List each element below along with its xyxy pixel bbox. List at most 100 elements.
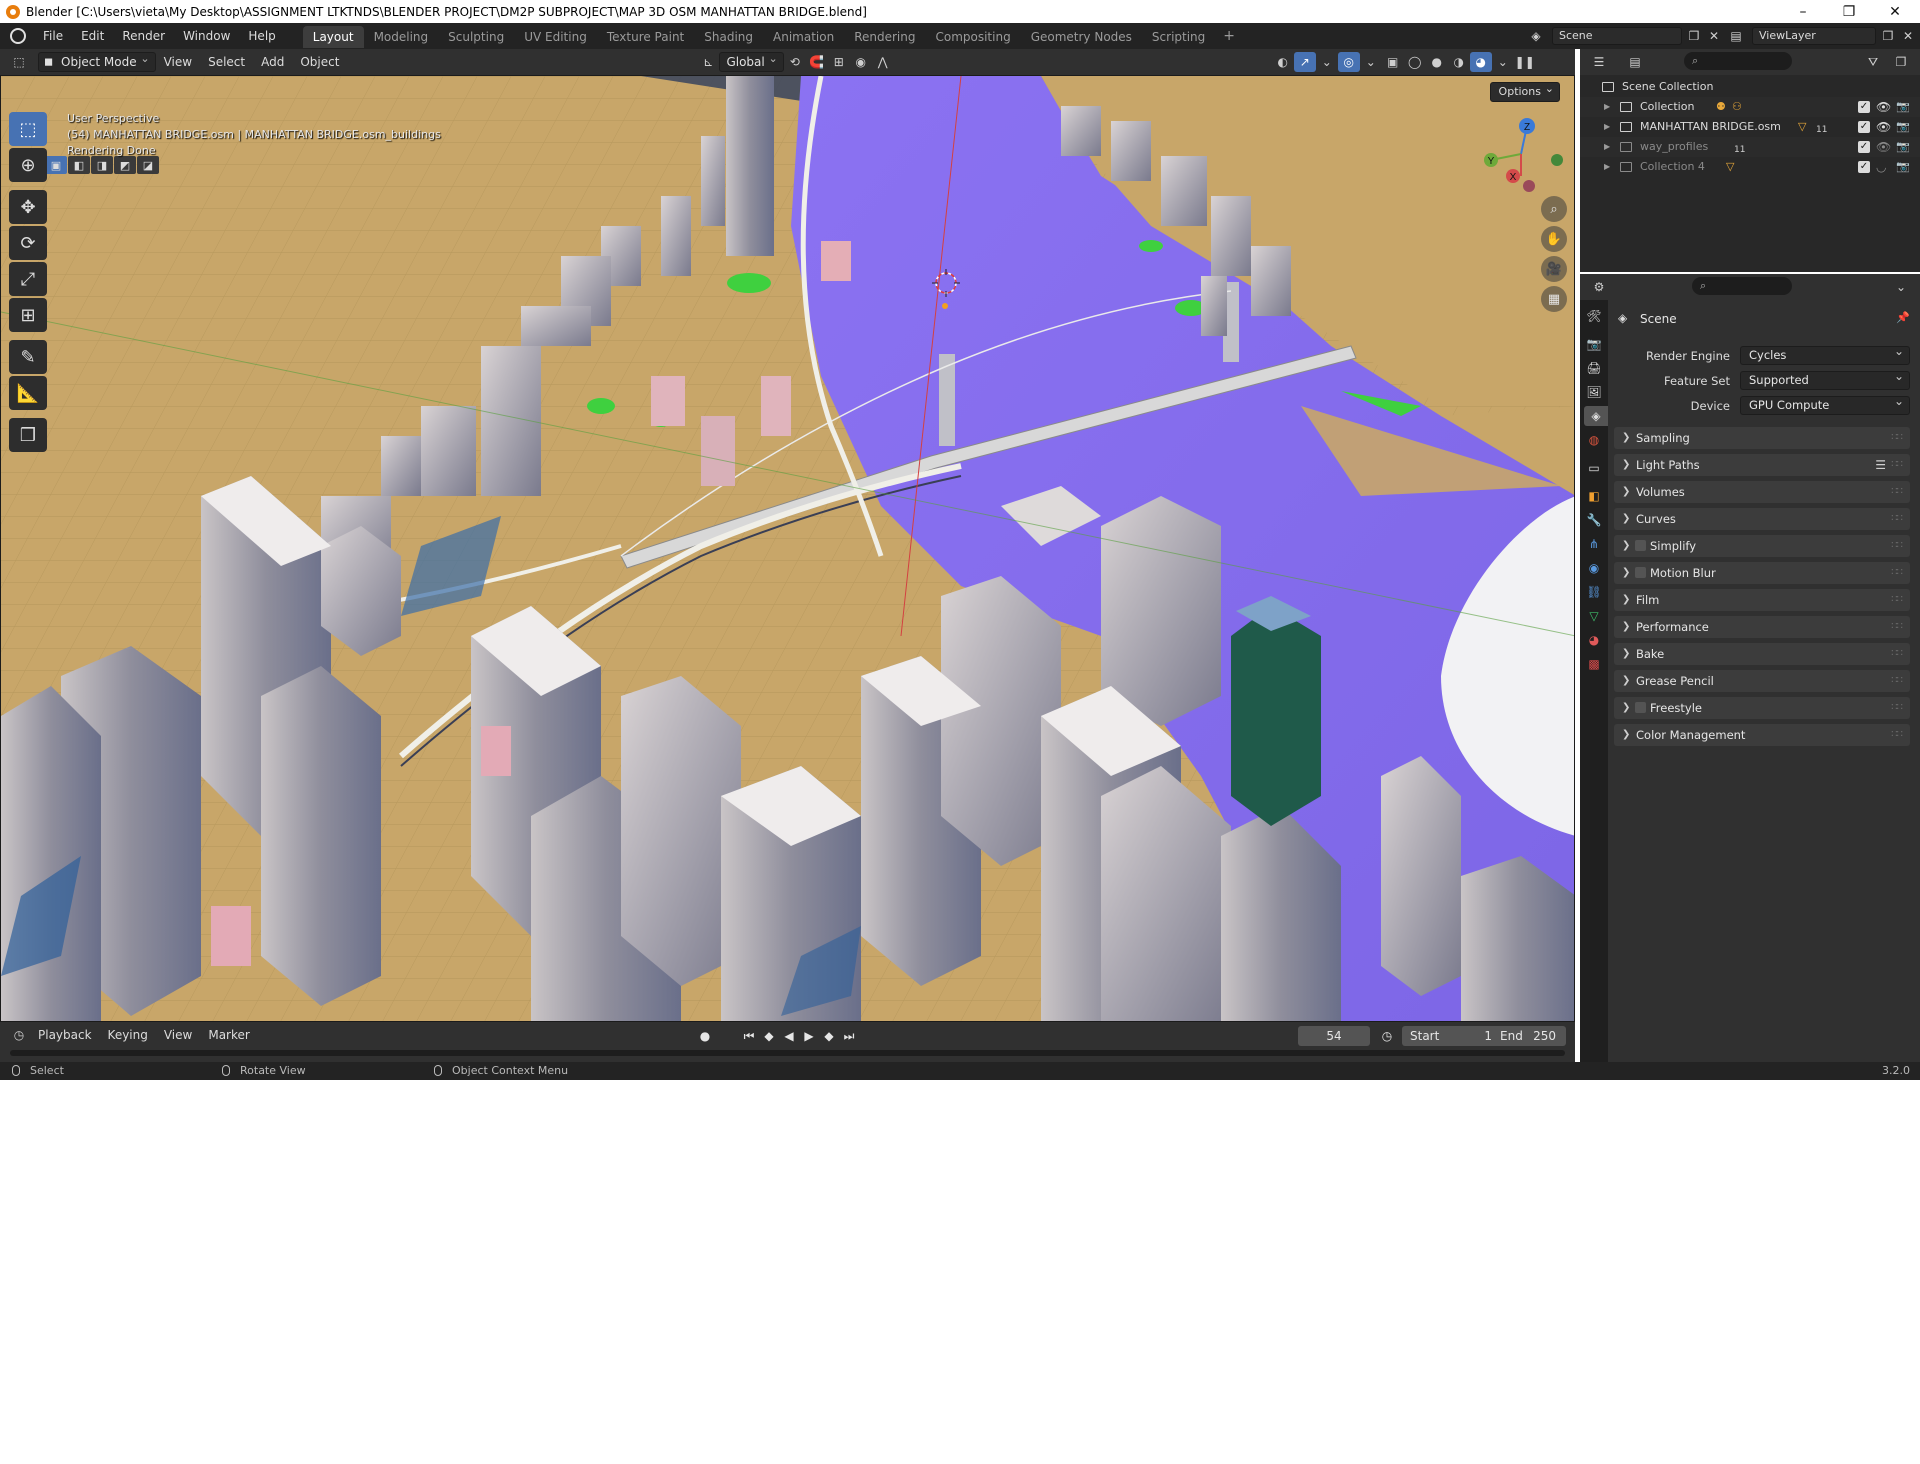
menu-marker[interactable]: Marker [200, 1022, 257, 1048]
tab-sculpting[interactable]: Sculpting [438, 26, 514, 48]
panel-motion-blur[interactable]: ❯ Motion Blur ∷∷ [1614, 562, 1910, 584]
select-subtract-icon[interactable]: ◨ [91, 156, 113, 174]
outliner-item-manhattan-bridge[interactable]: ▶ MANHATTAN BRIDGE.osm ▽ 11 ✓ 👁 📷 [1580, 117, 1920, 137]
render-camera-icon[interactable]: 📷 [1896, 97, 1910, 117]
expand-arrow-icon[interactable]: ▶ [1604, 117, 1610, 137]
drag-grip-icon[interactable]: ∷∷ [1891, 616, 1903, 638]
shading-rendered-icon[interactable]: ◕ [1469, 52, 1492, 72]
menu-file[interactable]: File [34, 23, 72, 49]
scale-tool-icon[interactable]: ⤢ [9, 262, 47, 296]
exclude-checkbox[interactable]: ✓ [1858, 121, 1870, 133]
close-button[interactable]: ✕ [1872, 0, 1918, 23]
eye-hidden-icon[interactable]: ◡ [1876, 157, 1886, 177]
gizmo-toggle-icon[interactable]: ↗ [1293, 52, 1316, 72]
measure-tool-icon[interactable]: 📐 [9, 376, 47, 410]
scene-tab-icon[interactable]: ◈ [1584, 406, 1608, 426]
new-view-layer-icon[interactable]: ❐ [1878, 27, 1898, 45]
drag-grip-icon[interactable]: ∷∷ [1891, 562, 1903, 584]
shading-dropdown-icon[interactable]: ⌄ [1492, 52, 1514, 72]
delete-view-layer-icon[interactable]: ✕ [1898, 27, 1918, 45]
drag-grip-icon[interactable]: ∷∷ [1891, 697, 1903, 719]
shading-wireframe-icon[interactable]: ◯ [1404, 52, 1426, 72]
tab-scripting[interactable]: Scripting [1142, 26, 1215, 48]
menu-playback[interactable]: Playback [30, 1022, 100, 1048]
annotate-tool-icon[interactable]: ✎ [9, 340, 47, 374]
panel-freestyle[interactable]: ❯ Freestyle ∷∷ [1614, 697, 1910, 719]
simplify-checkbox[interactable] [1635, 540, 1646, 551]
outliner-item-way-profiles[interactable]: ▶ way_profiles 11 ✓ 👁 📷 [1580, 137, 1920, 157]
tab-shading[interactable]: Shading [694, 26, 763, 48]
tab-uv-editing[interactable]: UV Editing [514, 26, 597, 48]
drag-grip-icon[interactable]: ∷∷ [1891, 589, 1903, 611]
properties-options-icon[interactable]: ⌄ [1890, 277, 1912, 297]
end-frame-field[interactable]: End 250 [1492, 1026, 1566, 1046]
eye-icon[interactable]: 👁 [1876, 117, 1891, 137]
menu-select[interactable]: Select [200, 49, 253, 75]
proportional-edit-icon[interactable]: ◉ [850, 52, 872, 72]
presets-list-icon[interactable]: ☰ [1875, 454, 1886, 476]
outliner-item-collection-4[interactable]: ▶ Collection 4 ▽ ✓ ◡ 📷 [1580, 157, 1920, 177]
motion-blur-checkbox[interactable] [1635, 567, 1646, 578]
render-tab-icon[interactable]: 📷 [1584, 334, 1604, 354]
preview-range-icon[interactable]: ◷ [1378, 1027, 1396, 1045]
select-box-tool-icon[interactable]: ⬚ [9, 112, 47, 146]
select-extend-icon[interactable]: ◧ [68, 156, 90, 174]
cursor-tool-icon[interactable]: ⊕ [9, 148, 47, 182]
view-layer-tab-icon[interactable]: 🖼 [1584, 382, 1604, 402]
exclude-checkbox[interactable]: ✓ [1858, 101, 1870, 113]
rotate-tool-icon[interactable]: ⟳ [9, 226, 47, 260]
render-engine-dropdown[interactable]: Cycles [1740, 343, 1910, 365]
drag-grip-icon[interactable]: ∷∷ [1891, 427, 1903, 449]
drag-grip-icon[interactable]: ∷∷ [1891, 643, 1903, 665]
drag-grip-icon[interactable]: ∷∷ [1891, 508, 1903, 530]
panel-light-paths[interactable]: ❯ Light Paths ☰ ∷∷ [1614, 454, 1910, 476]
snap-icon[interactable]: 🧲 [806, 52, 828, 72]
blender-logo-icon[interactable] [10, 28, 26, 44]
render-camera-icon[interactable]: 📷 [1896, 117, 1910, 137]
drag-grip-icon[interactable]: ∷∷ [1891, 481, 1903, 503]
timeline-editor-type-icon[interactable]: ◷ [8, 1025, 30, 1045]
transform-orientation-dropdown[interactable]: Global [719, 50, 784, 72]
shading-material-icon[interactable]: ◑ [1448, 52, 1470, 72]
menu-edit[interactable]: Edit [72, 23, 113, 49]
object-mode-dropdown[interactable]: ◼ Object Mode [38, 50, 156, 72]
tab-rendering[interactable]: Rendering [844, 26, 925, 48]
data-tab-icon[interactable]: ▽ [1584, 606, 1604, 626]
restore-button[interactable]: ❐ [1826, 0, 1872, 23]
physics-tab-icon[interactable]: ◉ [1584, 558, 1604, 578]
snap-target-icon[interactable]: ⊞ [828, 52, 850, 72]
menu-keying[interactable]: Keying [100, 1022, 156, 1048]
pivot-point-icon[interactable]: ⟲ [784, 52, 806, 72]
start-frame-field[interactable]: Start 1 [1402, 1026, 1502, 1046]
output-tab-icon[interactable]: 🖨 [1584, 358, 1604, 378]
world-tab-icon[interactable]: ◍ [1584, 430, 1604, 450]
tab-geometry-nodes[interactable]: Geometry Nodes [1021, 26, 1142, 48]
menu-render[interactable]: Render [113, 23, 174, 49]
eye-icon[interactable]: 👁 [1876, 97, 1891, 117]
menu-add[interactable]: Add [253, 49, 292, 75]
expand-arrow-icon[interactable]: ▶ [1604, 157, 1610, 177]
exclude-checkbox[interactable]: ✓ [1858, 161, 1870, 173]
play-reverse-icon[interactable]: ◀ [780, 1027, 798, 1045]
tab-animation[interactable]: Animation [763, 26, 844, 48]
filter-icon[interactable]: ⛛ [1862, 52, 1884, 72]
render-camera-icon[interactable]: 📷 [1896, 137, 1910, 157]
freestyle-checkbox[interactable] [1635, 702, 1646, 713]
tab-modeling[interactable]: Modeling [364, 26, 439, 48]
panel-simplify[interactable]: ❯ Simplify ∷∷ [1614, 535, 1910, 557]
move-tool-icon[interactable]: ✥ [9, 190, 47, 224]
material-tab-icon[interactable]: ◕ [1584, 630, 1604, 650]
tab-layout[interactable]: Layout [302, 26, 364, 48]
device-dropdown[interactable]: GPU Compute [1740, 393, 1910, 415]
pin-icon[interactable]: 📌 [1896, 311, 1910, 324]
properties-search-input[interactable]: ⌕ [1692, 277, 1792, 295]
menu-window[interactable]: Window [174, 23, 239, 49]
tab-texture-paint[interactable]: Texture Paint [597, 26, 694, 48]
panel-sampling[interactable]: ❯ Sampling ∷∷ [1614, 427, 1910, 449]
overlay-toggle-icon[interactable]: ◎ [1337, 52, 1360, 72]
properties-editor-type-icon[interactable]: ⚙ [1588, 277, 1610, 297]
new-scene-icon[interactable]: ❐ [1684, 27, 1704, 45]
visibility-icon[interactable]: ◐ [1272, 52, 1294, 72]
panel-color-management[interactable]: ❯ Color Management ∷∷ [1614, 724, 1910, 746]
tool-tab-icon[interactable]: 🛠 [1584, 306, 1604, 326]
